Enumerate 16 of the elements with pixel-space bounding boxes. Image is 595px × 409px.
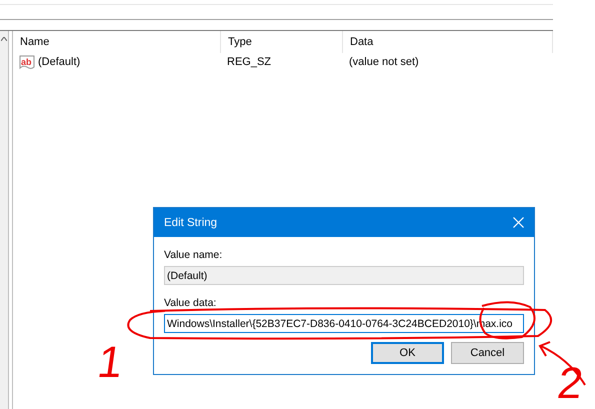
column-header[interactable]: Data	[343, 31, 553, 53]
column-header[interactable]: Type	[221, 31, 343, 53]
scroll-up-icon[interactable]	[1, 37, 7, 41]
cancel-button[interactable]: Cancel	[451, 342, 524, 364]
close-icon[interactable]	[513, 217, 524, 228]
ok-button[interactable]: OK	[371, 342, 444, 364]
value-type: REG_SZ	[227, 56, 272, 68]
column-header[interactable]: Name	[13, 31, 221, 53]
value-name-field[interactable]: (Default)	[164, 266, 524, 285]
annotation-number: 1	[94, 341, 126, 385]
field-label: Value data:	[164, 297, 216, 309]
value-name: (Default)	[38, 56, 80, 68]
field-label: Value name:	[164, 249, 222, 261]
value-data: (value not set)	[349, 56, 419, 68]
dialog-title: Edit String	[164, 216, 218, 228]
string-value-icon: ab	[19, 54, 35, 70]
